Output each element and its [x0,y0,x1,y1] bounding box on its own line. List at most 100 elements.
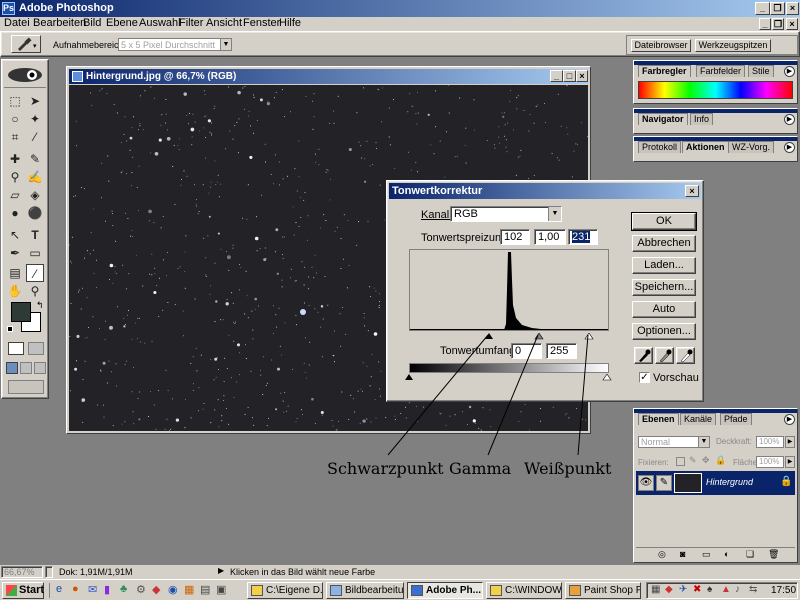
tray-icon-5[interactable]: ♠ [707,584,712,595]
palette-menu-icon[interactable]: ▶ [784,142,795,153]
task-label: Adobe Ph... [426,585,481,596]
opacity-label: Deckkraft: [716,437,753,446]
lock-all-icon[interactable]: 🔒 [715,455,726,466]
document-size-info: Dok: 1,91M/1,91M [59,567,133,577]
quick-launch-bar: e ● ✉ ▮ ♣ ⚙ ◆ ◉ ▦ ▤ ▣ [49,583,244,598]
system-tray: ▦ ◆ ✈ ✖ ♠ ▲ ♪ ⇆ 17:50 [646,582,798,599]
annotation-gamma: Gamma [449,459,512,478]
quick-launch-tree-icon[interactable]: ♣ [120,583,127,595]
palette-menu-icon[interactable]: ▶ [784,66,795,77]
quick-launch-app5-icon[interactable]: ▦ [184,583,194,596]
tray-icon-3[interactable]: ✈ [679,584,687,595]
tab-aktionen[interactable]: Aktionen [682,141,729,153]
layer-style-icon[interactable]: ◎ [658,549,666,560]
tray-icon-1[interactable]: ▦ [651,584,660,595]
delete-layer-icon[interactable]: 🗑 [768,549,779,560]
fill-arrow-icon[interactable]: ▶ [785,456,795,468]
clock: 17:50 [771,585,797,596]
volume-icon[interactable]: ♪ [735,584,740,595]
start-button[interactable]: Start [2,582,44,599]
lock-pixels-icon[interactable]: ✎ [689,455,697,466]
quick-launch-app3-icon[interactable]: ◆ [152,583,160,596]
tab-protokoll[interactable]: Protokoll [638,141,682,153]
task-label: C:\Eigene D... [266,585,323,596]
blend-mode-select[interactable]: Normal ▼ [638,436,710,448]
layer-row-hintergrund[interactable]: 👁 ✎ Hintergrund 🔒 [636,471,795,495]
taskbar-item-eigene-dateien[interactable]: C:\Eigene D... [247,582,323,599]
fill-field[interactable]: 100% [756,456,784,468]
quick-launch-app1-icon[interactable]: ▮ [104,583,110,596]
tray-icon-2[interactable]: ◆ [665,584,673,595]
new-layer-icon[interactable]: ❏ [746,549,754,560]
taskbar-item-paint-shop-pro[interactable]: Paint Shop Pro [565,582,641,599]
quick-launch-app6-icon[interactable]: ▤ [200,583,210,596]
start-label: Start [19,584,45,596]
tab-stile[interactable]: Stile [748,65,774,77]
tab-kanaele[interactable]: Kanäle [680,413,717,425]
document-icon [330,585,342,596]
adjustment-layer-icon[interactable]: ◐ [724,549,729,559]
taskbar: Start e ● ✉ ▮ ♣ ⚙ ◆ ◉ ▦ ▤ ▣ C:\Eigene D.… [0,579,800,600]
tab-farbregler[interactable]: Farbregler [638,65,691,77]
color-ramp[interactable] [638,81,793,99]
annotation-schwarzpunkt: Schwarzpunkt [327,459,444,478]
folder-icon [251,585,263,596]
color-palette: Farbregler Farbfelder Stile ▶ [633,60,798,104]
tab-farbfelder[interactable]: Farbfelder [696,65,746,77]
palette-menu-icon[interactable]: ▶ [784,414,795,425]
visibility-eye-icon[interactable]: 👁 [638,475,654,491]
taskbar-item-windows-folder[interactable]: C:\WINDOW... [486,582,562,599]
palette-menu-icon[interactable]: ▶ [784,114,795,125]
lock-position-icon[interactable]: ✥ [702,455,710,466]
task-label: Bildbearbeitu... [345,585,404,596]
navigator-palette: Navigator Info ▶ [633,108,798,134]
folder-icon [490,585,502,596]
tray-icon-4[interactable]: ✖ [693,584,701,595]
zoom-level-field[interactable]: 66,67% [1,566,43,578]
task-label: Paint Shop Pro [584,585,640,596]
task-label: C:\WINDOW... [505,585,562,596]
annotation-weisspunkt: Weißpunkt [524,459,612,478]
lock-label: Fixieren: [638,458,669,467]
taskbar-item-adobe-photoshop[interactable]: Adobe Ph... [407,582,483,599]
tab-info[interactable]: Info [690,113,714,125]
status-arrow-icon[interactable]: ▶ [218,566,224,575]
layer-thumbnail [674,473,702,493]
quick-launch-app4-icon[interactable]: ◉ [168,583,178,596]
gamma-leader-line [487,334,539,456]
tab-wz-vorg[interactable]: WZ-Vorg. [728,141,775,153]
schwarzpunkt-leader-line [387,334,489,456]
paint-shop-pro-icon [569,585,581,596]
windows-logo-icon [6,585,17,596]
new-set-icon[interactable]: ▭ [702,549,711,560]
layer-mask-icon[interactable]: ◙ [680,549,685,559]
fill-label: Fläche [733,458,758,467]
tab-navigator[interactable]: Navigator [638,113,688,125]
layer-lock-icon: 🔒 [780,476,793,487]
status-preview-box [45,566,53,578]
history-palette: Protokoll Aktionen WZ-Vorg. ▶ [633,136,798,162]
quick-launch-browser-icon[interactable]: ● [72,583,79,595]
layers-footer: ◎ ◙ ▭ ◐ ❏ 🗑 [636,547,795,561]
opacity-field[interactable]: 100% [756,436,784,448]
quick-launch-mail-icon[interactable]: ✉ [88,583,97,596]
status-hint: Klicken in das Bild wählt neue Farbe [230,567,376,577]
opacity-arrow-icon[interactable]: ▶ [785,436,795,448]
lock-transparency-icon[interactable] [676,457,685,466]
layer-name: Hintergrund [706,477,754,487]
quick-launch-ie-icon[interactable]: e [56,583,62,595]
quick-launch-app7-icon[interactable]: ▣ [216,583,226,596]
tab-ebenen[interactable]: Ebenen [638,413,679,425]
status-bar: 66,67% Dok: 1,91M/1,91M ▶ Klicken in das… [0,565,800,579]
network-icon[interactable]: ⇆ [749,584,757,595]
brush-link-icon[interactable]: ✎ [656,475,672,491]
photoshop-icon [411,585,423,596]
tab-pfade[interactable]: Pfade [720,413,752,425]
quick-launch-app2-icon[interactable]: ⚙ [136,583,146,596]
chevron-down-icon: ▼ [698,437,709,447]
taskbar-item-bildbearbeitung[interactable]: Bildbearbeitu... [326,582,404,599]
blend-mode-value: Normal [641,437,671,447]
tray-icon-6[interactable]: ▲ [721,584,731,595]
weisspunkt-leader-line [577,334,589,456]
layers-palette: Ebenen Kanäle Pfade ▶ Normal ▼ Deckkraft… [633,408,798,563]
